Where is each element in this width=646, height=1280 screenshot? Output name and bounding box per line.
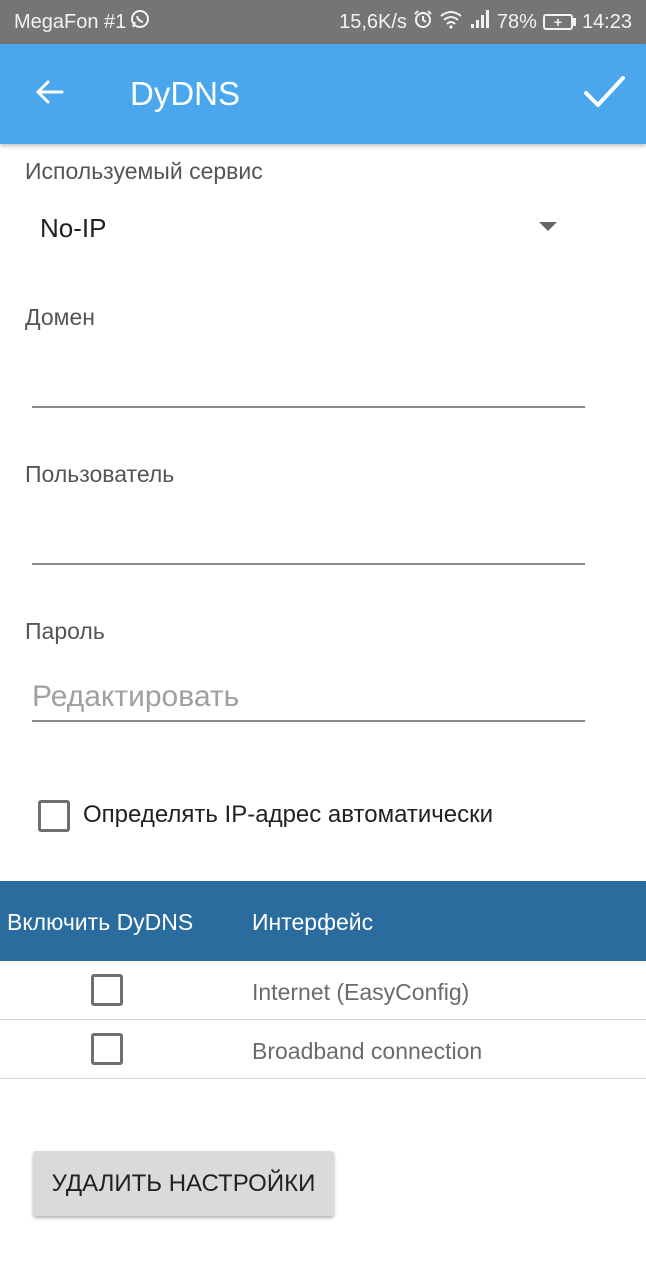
- interface-name: Internet (EasyConfig): [252, 979, 470, 1005]
- carrier-name: MegaFon #1: [14, 10, 127, 33]
- dropdown-arrow-icon: [539, 222, 557, 231]
- check-icon: [582, 74, 626, 115]
- domain-label: Домен: [25, 304, 95, 330]
- auto-ip-checkbox[interactable]: [38, 800, 70, 832]
- battery-charging-icon: +: [542, 14, 576, 30]
- column-header-enable: Включить DyDNS: [7, 909, 194, 935]
- table-header: Включить DyDNS Интерфейс: [0, 881, 646, 961]
- interface-name: Broadband connection: [252, 1038, 483, 1064]
- app-bar: DyDNS: [0, 44, 646, 144]
- column-header-interface: Интерфейс: [252, 909, 374, 935]
- network-speed: 15,6K/s: [339, 10, 407, 33]
- domain-field[interactable]: [32, 356, 585, 408]
- save-button[interactable]: [578, 70, 630, 118]
- password-field[interactable]: Редактировать: [32, 670, 585, 722]
- service-select[interactable]: No-IP: [25, 200, 585, 256]
- enable-dydns-checkbox[interactable]: [91, 1033, 123, 1065]
- signal-icon: [469, 9, 491, 35]
- page-title: DyDNS: [130, 75, 241, 112]
- user-label: Пользователь: [25, 461, 175, 487]
- user-field[interactable]: [32, 513, 585, 565]
- service-value: No-IP: [40, 212, 107, 243]
- alarm-icon: [413, 9, 433, 35]
- enable-dydns-checkbox[interactable]: [91, 974, 123, 1006]
- service-label: Используемый сервис: [25, 158, 263, 184]
- back-button[interactable]: [30, 74, 70, 114]
- table-row: Broadband connection: [0, 1021, 646, 1079]
- auto-ip-label: Определять IP-адрес автоматически: [83, 801, 494, 828]
- delete-settings-button[interactable]: УДАЛИТЬ НАСТРОЙКИ: [33, 1151, 334, 1216]
- wifi-icon: [439, 9, 463, 35]
- password-label: Пароль: [25, 618, 105, 644]
- clock: 14:23: [581, 10, 632, 33]
- arrow-back-icon: [34, 76, 66, 113]
- whatsapp-icon: [130, 9, 150, 35]
- table-row: Internet (EasyConfig): [0, 962, 646, 1020]
- battery-percent: 78%: [496, 10, 537, 33]
- status-bar: MegaFon #1 15,6K/s 78% + 14:23: [0, 0, 646, 44]
